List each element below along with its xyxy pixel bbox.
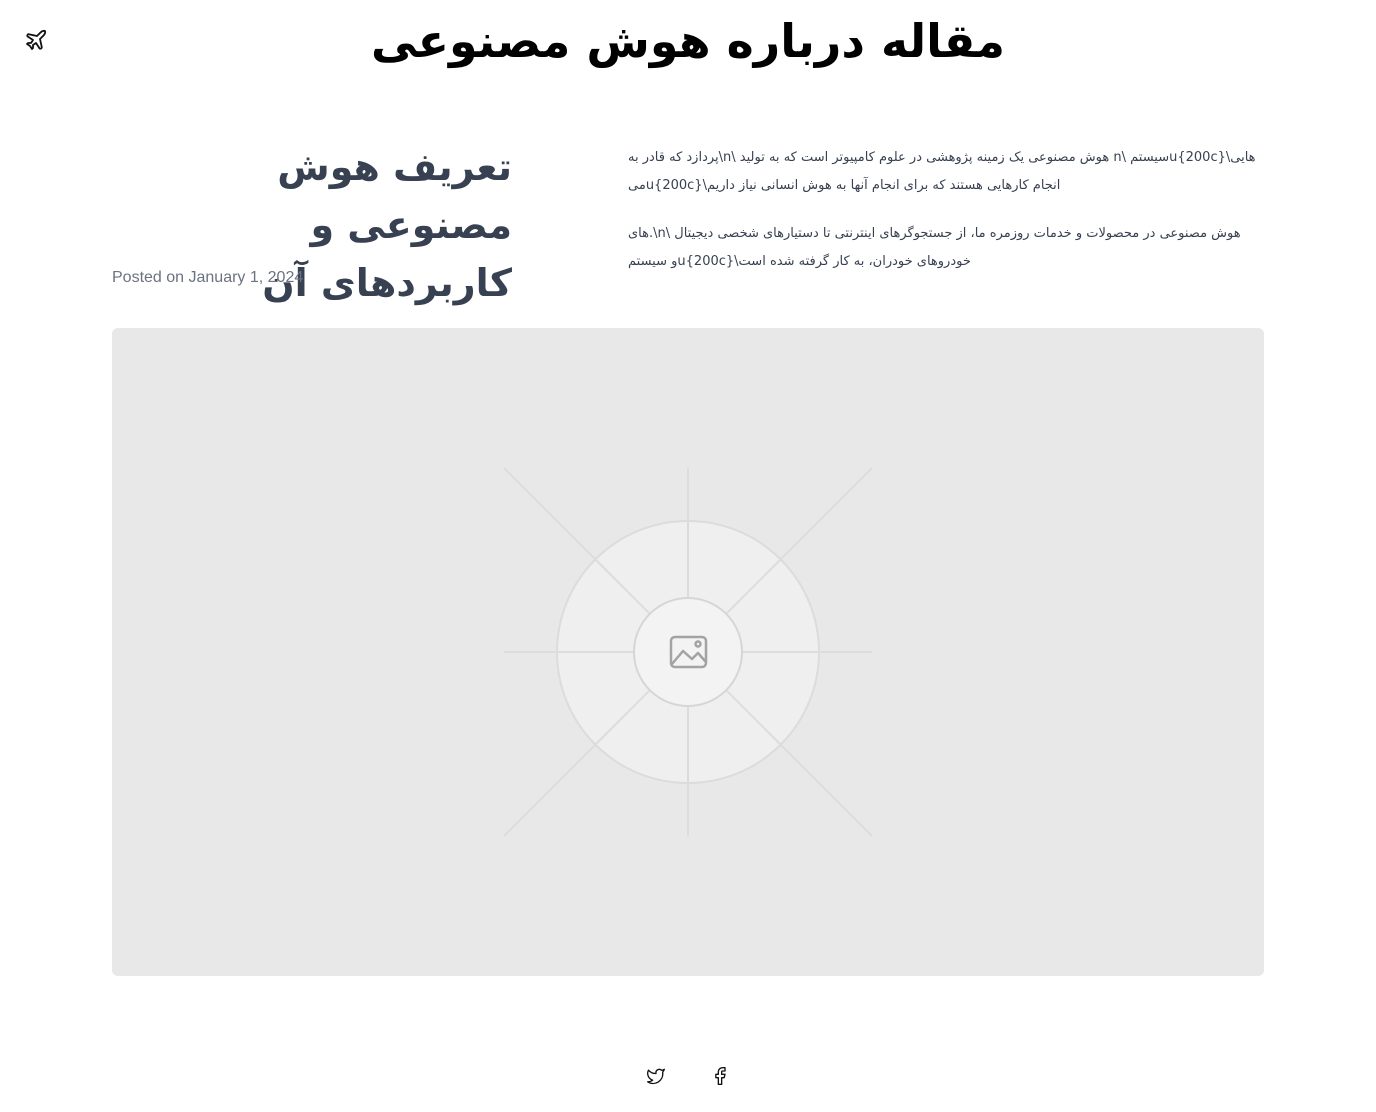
site-title: مقاله درباره هوش مصنوعی [371,14,1005,68]
article-paragraph: هایی\u{200c}سیستم \n هوش مصنوعی یک زمینه… [628,150,1256,193]
page: مقاله درباره هوش مصنوعی تعریف هوش مصنوعی… [0,0,1376,1112]
twitter-icon[interactable] [646,1066,666,1086]
facebook-icon[interactable] [710,1066,730,1086]
article-image-placeholder [112,328,1264,976]
article-body: هایی\u{200c}سیستم \n هوش مصنوعی یک زمینه… [628,144,1264,296]
article-paragraph: هوش مصنوعی در محصولات و خدمات روزمره ما،… [628,226,1241,269]
post-date: Posted on January 1, 2024 [112,269,304,286]
